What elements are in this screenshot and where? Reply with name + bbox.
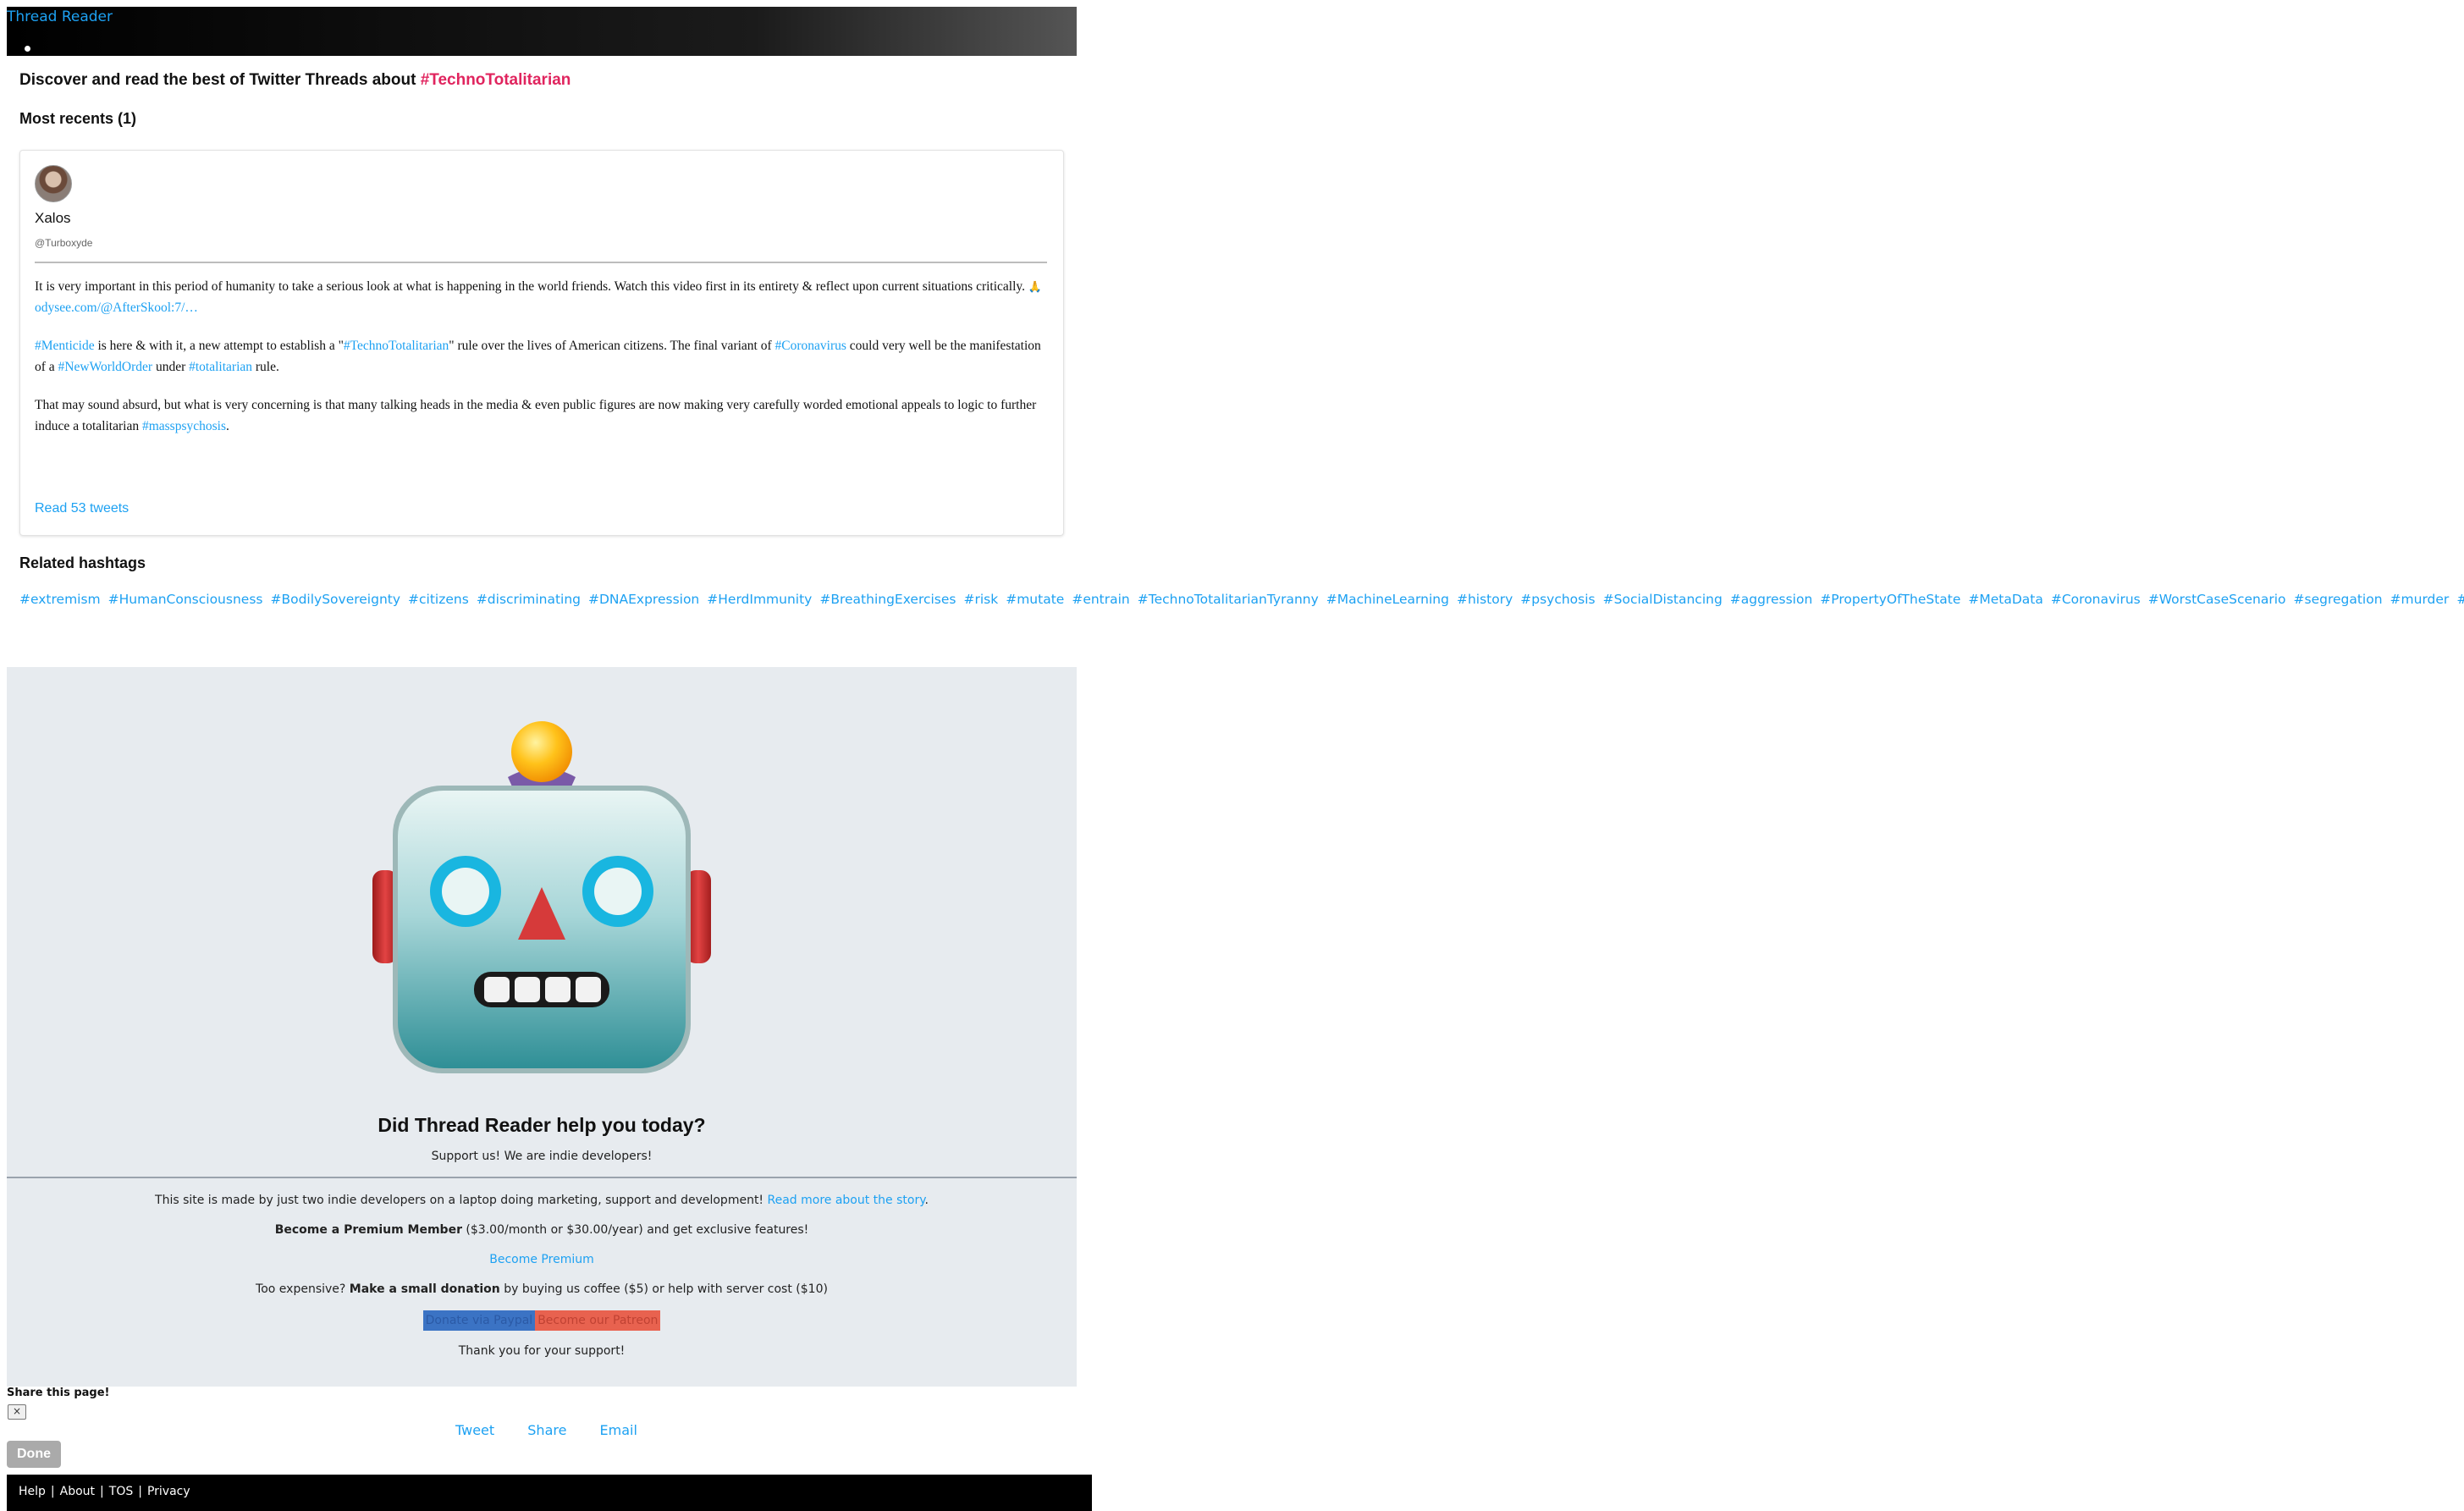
related-hashtag-link[interactable]: #extremism bbox=[19, 592, 101, 607]
donation-pre: Too expensive? bbox=[256, 1282, 350, 1296]
support-title: Did Thread Reader help you today? bbox=[378, 1114, 706, 1136]
support-panel: Did Thread Reader help you today? Suppor… bbox=[7, 667, 1077, 1387]
donation-rest: by buying us coffee ($5) or help with se… bbox=[499, 1282, 828, 1296]
read-story-link[interactable]: Read more about the story bbox=[768, 1194, 925, 1207]
brand-link[interactable]: Thread Reader bbox=[7, 8, 113, 25]
tweet-paragraph: #Menticide is here & with it, a new atte… bbox=[35, 335, 1047, 378]
patreon-button[interactable]: Become our Patreon bbox=[535, 1310, 661, 1331]
footer: Help | About | TOS | Privacy bbox=[7, 1475, 1092, 1511]
related-hashtag-link[interactable]: #discriminating bbox=[477, 592, 581, 607]
tweet-paragraph: It is very important in this period of h… bbox=[35, 276, 1047, 318]
nav-bullet bbox=[25, 46, 30, 52]
support-story-label: This site is made by just two indie deve… bbox=[155, 1194, 768, 1207]
related-hashtag-link[interactable]: #WorstCaseScenario bbox=[2148, 592, 2286, 607]
premium-rest: ($3.00/month or $30.00/year) and get exc… bbox=[461, 1223, 809, 1237]
thanks-text: Thank you for your support! bbox=[458, 1344, 626, 1358]
become-premium-link[interactable]: Become Premium bbox=[489, 1253, 593, 1266]
related-hashtag-link[interactable]: #entrain bbox=[1072, 592, 1129, 607]
tweet-hashtag-link[interactable]: #masspsychosis bbox=[142, 419, 226, 433]
donation-bold: Make a small donation bbox=[349, 1282, 500, 1296]
tweet-paragraph: That may sound absurd, but what is very … bbox=[35, 394, 1047, 437]
support-story-text: This site is made by just two indie deve… bbox=[7, 1194, 1077, 1207]
footer-separator: | bbox=[100, 1485, 104, 1498]
related-hashtag-link[interactable]: #HumanConsciousness bbox=[108, 592, 263, 607]
related-hashtag-link[interactable]: #TechnoTotalitarianTyranny bbox=[1138, 592, 1319, 607]
done-button[interactable]: Done bbox=[7, 1441, 61, 1468]
support-story-end: . bbox=[924, 1194, 929, 1207]
robot-icon bbox=[372, 718, 711, 1073]
premium-bold: Become a Premium Member bbox=[274, 1223, 462, 1237]
share-share-link[interactable]: Share bbox=[527, 1422, 566, 1438]
premium-link-row: Become Premium bbox=[7, 1253, 1077, 1266]
tweet-hashtag-link[interactable]: #TechnoTotalitarian bbox=[344, 339, 449, 353]
footer-privacy-link[interactable]: Privacy bbox=[147, 1485, 190, 1498]
share-tweet-link[interactable]: Tweet bbox=[455, 1422, 494, 1438]
footer-tos-link[interactable]: TOS bbox=[109, 1485, 133, 1498]
related-hashtag-link[interactable]: #PropertyOfTheState bbox=[1820, 592, 1960, 607]
close-button[interactable]: × bbox=[8, 1404, 26, 1420]
donation-buttons: Donate via Paypal Become our Patreon bbox=[7, 1310, 1077, 1331]
read-tweets-link[interactable]: Read 53 tweets bbox=[35, 501, 129, 516]
related-hashtag-link[interactable]: #MachineLearning bbox=[1326, 592, 1449, 607]
related-hashtag-link[interactable]: #murder bbox=[2390, 592, 2450, 607]
related-hashtag-link[interactable]: #citizens bbox=[408, 592, 469, 607]
page-title-prefix: Discover and read the best of Twitter Th… bbox=[19, 71, 421, 89]
related-hashtag-link[interactable]: #Coronavirus bbox=[2051, 592, 2141, 607]
related-hashtag-link[interactable]: #DNAExpression bbox=[588, 592, 699, 607]
share-label: Share this page! bbox=[7, 1387, 110, 1399]
most-recents-heading: Most recents (1) bbox=[19, 110, 137, 127]
pray-emoji-icon: 🙏 bbox=[1028, 280, 1043, 293]
tweet-text-segment: rule. bbox=[252, 360, 279, 374]
tweet-hashtag-link[interactable]: #NewWorldOrder bbox=[58, 360, 153, 374]
related-hashtag-link[interactable]: #BodilySovereignty bbox=[270, 592, 400, 607]
related-hashtag-link[interactable]: #history bbox=[1457, 592, 1513, 607]
tweet-text-segment: is here & with it, a new attempt to esta… bbox=[94, 339, 344, 353]
avatar[interactable] bbox=[35, 165, 72, 202]
author-name[interactable]: Xalos bbox=[35, 210, 71, 227]
paypal-donate-button[interactable]: Donate via Paypal bbox=[422, 1310, 536, 1331]
page-title-hashtag[interactable]: #TechnoTotalitarian bbox=[421, 71, 571, 89]
page-title: Discover and read the best of Twitter Th… bbox=[19, 71, 571, 90]
related-hashtag-link[interactable]: #MetaData bbox=[1968, 592, 2042, 607]
page: Thread Reader Discover and read the best… bbox=[0, 0, 2464, 1511]
related-hashtag-link[interactable]: #psychosis bbox=[1520, 592, 1595, 607]
share-email-link[interactable]: Email bbox=[600, 1422, 637, 1438]
tweet-link[interactable]: odysee.com/@AfterSkool:7/… bbox=[35, 301, 198, 315]
footer-about-link[interactable]: About bbox=[60, 1485, 95, 1498]
footer-separator: | bbox=[50, 1485, 55, 1498]
related-hashtag-link[interactable]: #virus bbox=[2456, 592, 2464, 607]
related-hashtag-link[interactable]: #HerdImmunity bbox=[707, 592, 812, 607]
related-hashtag-link[interactable]: #SocialDistancing bbox=[1603, 592, 1723, 607]
card-divider bbox=[35, 262, 1047, 263]
thread-card: Xalos @Turboxyde It is very important in… bbox=[19, 150, 1064, 536]
tweet-text: It is very important in this period of h… bbox=[35, 276, 1047, 454]
top-navbar: Thread Reader bbox=[7, 7, 1077, 56]
related-hashtags-heading: Related hashtags bbox=[19, 554, 146, 571]
footer-help-link[interactable]: Help bbox=[19, 1485, 46, 1498]
tweet-hashtag-link[interactable]: #Menticide bbox=[35, 339, 95, 353]
related-hashtag-link[interactable]: #segregation bbox=[2294, 592, 2383, 607]
share-links: Tweet Share Email bbox=[455, 1422, 666, 1438]
tweet-text-segment: It is very important in this period of h… bbox=[35, 279, 1028, 294]
related-hashtag-link[interactable]: #mutate bbox=[1006, 592, 1064, 607]
support-subtitle: Support us! We are indie developers! bbox=[431, 1150, 653, 1163]
related-hashtag-link[interactable]: #aggression bbox=[1730, 592, 1813, 607]
footer-separator: | bbox=[138, 1485, 142, 1498]
donation-text: Too expensive? Make a small donation by … bbox=[7, 1282, 1077, 1296]
tweet-hashtag-link[interactable]: #Coronavirus bbox=[775, 339, 846, 353]
related-hashtag-link[interactable]: #BreathingExercises bbox=[819, 592, 956, 607]
tweet-text-segment: " rule over the lives of American citize… bbox=[449, 339, 775, 353]
author-handle[interactable]: @Turboxyde bbox=[35, 237, 92, 249]
tweet-text-segment: . bbox=[226, 419, 229, 433]
support-divider bbox=[7, 1177, 1077, 1178]
tweet-hashtag-link[interactable]: #totalitarian bbox=[189, 360, 252, 374]
related-hashtag-link[interactable]: #risk bbox=[964, 592, 999, 607]
premium-text: Become a Premium Member ($3.00/month or … bbox=[7, 1223, 1077, 1237]
footer-links: Help | About | TOS | Privacy bbox=[19, 1485, 190, 1498]
related-hashtags-list: #extremism #HumanConsciousness #BodilySove… bbox=[19, 592, 2464, 607]
tweet-text-segment: under bbox=[152, 360, 190, 374]
